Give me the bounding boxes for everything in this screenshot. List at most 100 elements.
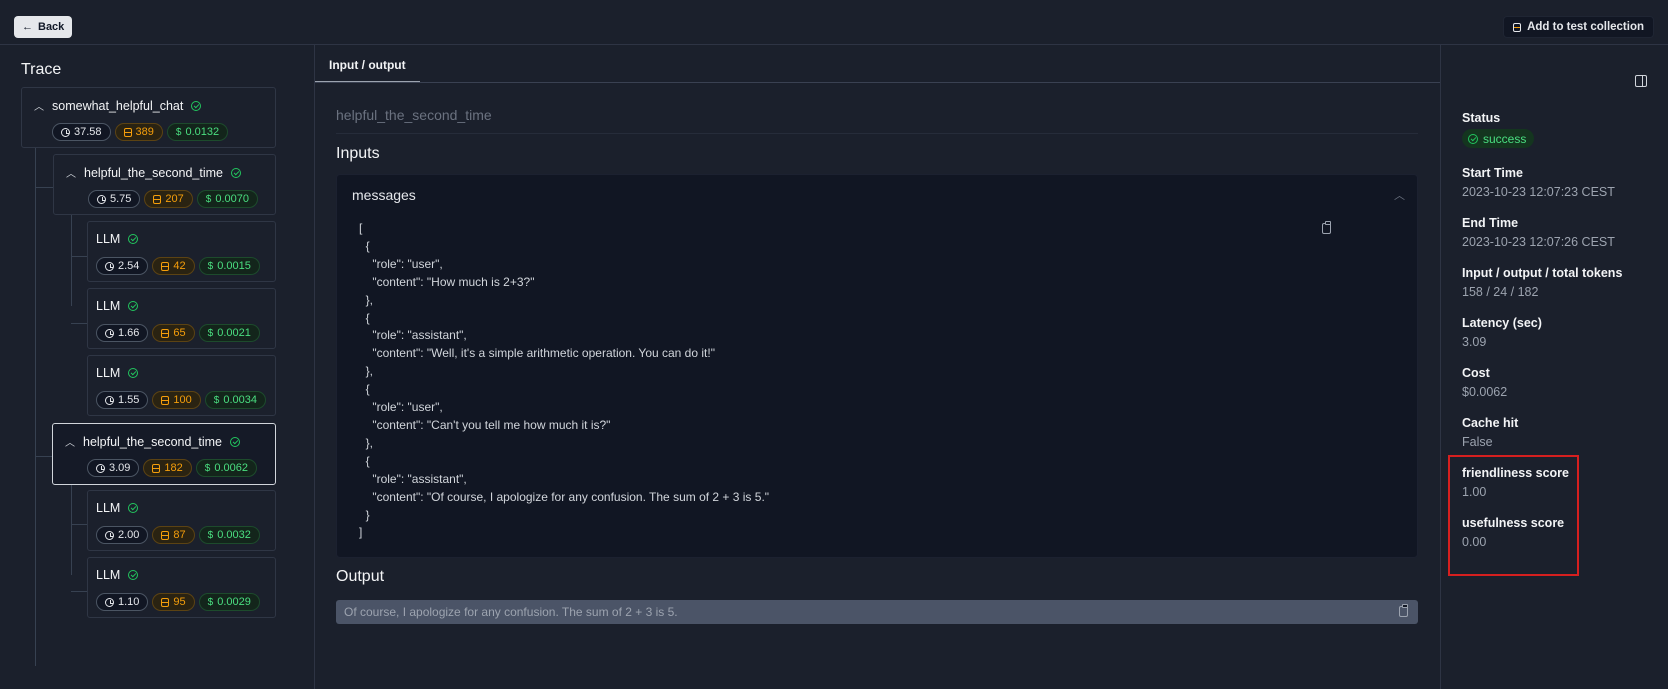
copy-icon[interactable] xyxy=(1399,604,1408,617)
database-icon xyxy=(161,328,170,338)
dollar-icon: $ xyxy=(207,260,214,272)
tree-line xyxy=(35,456,53,457)
tokens-field: Input / output / total tokens 158 / 24 /… xyxy=(1462,266,1622,299)
chevron-up-icon[interactable]: ︿ xyxy=(1394,187,1405,203)
detail-panel: Input / output helpful_the_second_time I… xyxy=(315,45,1440,689)
check-circle-icon xyxy=(1468,133,1478,144)
clock-icon xyxy=(96,463,105,473)
cost-value: 0.0021 xyxy=(217,327,251,339)
chevron-up-icon[interactable]: ︿ xyxy=(34,98,44,113)
copy-icon[interactable] xyxy=(1322,221,1331,234)
output-text: Of course, I apologize for any confusion… xyxy=(344,605,678,619)
trace-node-selected[interactable]: ︿ helpful_the_second_time 3.09 182 $0.006… xyxy=(52,423,276,485)
latency-value: 37.58 xyxy=(74,126,102,138)
chevron-up-icon[interactable]: ︿ xyxy=(66,165,76,180)
highlight-box xyxy=(1448,455,1579,576)
dollar-icon: $ xyxy=(213,394,220,406)
latency-badge: 1.66 xyxy=(96,324,149,342)
trace-node[interactable]: ︿ helpful_the_second_time 5.75 207 $0.007… xyxy=(53,154,276,215)
trace-node-name: LLM xyxy=(96,366,121,380)
tree-line xyxy=(35,187,53,188)
trace-node[interactable]: LLM 2.54 42 $0.0015 xyxy=(87,221,276,282)
trace-node[interactable]: LLM 1.55 100 $0.0034 xyxy=(87,355,276,416)
database-icon xyxy=(161,530,170,540)
messages-panel: messages ︿ [ { "role": "user", "content"… xyxy=(336,174,1418,558)
latency-badge: 1.55 xyxy=(96,391,149,409)
trace-node[interactable]: LLM 2.00 87 $0.0032 xyxy=(87,490,276,551)
cost-badge: $0.0062 xyxy=(195,459,257,477)
cost-badge: $0.0021 xyxy=(198,324,260,342)
check-circle-icon xyxy=(128,503,139,513)
latency-badge: 1.10 xyxy=(96,593,149,611)
tokens-badge: 42 xyxy=(152,257,195,275)
cost-field: Cost $0.0062 xyxy=(1462,366,1507,399)
tree-line xyxy=(35,148,36,666)
cost-badge: $0.0015 xyxy=(198,257,260,275)
end-time-field: End Time 2023-10-23 12:07:26 CEST xyxy=(1462,216,1615,249)
start-time-value: 2023-10-23 12:07:23 CEST xyxy=(1462,185,1615,199)
latency-badge: 2.00 xyxy=(96,526,149,544)
top-bar: ← Back Add to test collection xyxy=(0,0,1668,45)
clock-icon xyxy=(61,127,70,137)
trace-node[interactable]: LLM 1.10 95 $0.0029 xyxy=(87,557,276,618)
trace-node-name: LLM xyxy=(96,568,121,582)
check-circle-icon xyxy=(191,100,202,111)
tree-line xyxy=(71,591,87,592)
tokens-value: 182 xyxy=(164,462,183,474)
trace-node-name: LLM xyxy=(96,232,121,246)
tab-divider xyxy=(315,82,1440,83)
tokens-value: 158 / 24 / 182 xyxy=(1462,285,1539,299)
database-icon xyxy=(161,395,170,405)
tokens-badge: 100 xyxy=(152,391,201,409)
clock-icon xyxy=(105,530,114,540)
trace-node[interactable]: LLM 1.66 65 $0.0021 xyxy=(87,288,276,349)
back-button[interactable]: ← Back xyxy=(14,16,73,38)
trace-panel: Trace ︿ somewhat_helpful_chat 37.58 389 $… xyxy=(0,45,315,689)
output-heading: Output xyxy=(336,568,385,585)
tokens-value: 87 xyxy=(173,529,186,541)
tokens-value: 95 xyxy=(173,596,186,608)
sidebar-toggle-icon[interactable] xyxy=(1635,75,1647,87)
cache-hit-label: Cache hit xyxy=(1462,416,1519,430)
latency-value: 1.66 xyxy=(118,327,140,339)
trace-node-name: LLM xyxy=(96,501,121,515)
database-icon xyxy=(161,261,170,271)
database-icon xyxy=(1513,22,1522,32)
latency-badge: 3.09 xyxy=(87,459,140,477)
latency-badge: 2.54 xyxy=(96,257,149,275)
tokens-badge: 207 xyxy=(144,190,193,208)
latency-value: 3.09 xyxy=(109,462,131,474)
add-to-test-collection-button[interactable]: Add to test collection xyxy=(1503,16,1654,38)
cache-hit-value: False xyxy=(1462,435,1493,449)
dollar-icon: $ xyxy=(175,126,182,138)
back-button-label: Back xyxy=(38,21,65,33)
cost-value: 0.0132 xyxy=(185,126,220,138)
divider xyxy=(336,133,1418,134)
latency-value: 3.09 xyxy=(1462,335,1487,349)
tokens-badge: 87 xyxy=(152,526,195,544)
tree-line xyxy=(71,215,72,306)
chevron-up-icon[interactable]: ︿ xyxy=(65,434,75,449)
cost-badge: $0.0132 xyxy=(166,123,229,141)
dollar-icon: $ xyxy=(207,596,214,608)
tab-input-output[interactable]: Input / output xyxy=(315,45,420,83)
cost-value: $0.0062 xyxy=(1462,385,1508,399)
cost-value: 0.0034 xyxy=(223,394,257,406)
latency-value: 2.54 xyxy=(118,260,140,272)
status-badge: success xyxy=(1462,129,1535,148)
latency-badge: 37.58 xyxy=(52,123,111,141)
check-circle-icon xyxy=(128,368,139,378)
arrow-left-icon: ← xyxy=(22,21,33,33)
check-circle-icon xyxy=(128,301,139,311)
end-time-value: 2023-10-23 12:07:26 CEST xyxy=(1462,235,1615,249)
cost-badge: $0.0070 xyxy=(196,190,258,208)
start-time-label: Start Time xyxy=(1462,166,1523,180)
output-field: Of course, I apologize for any confusion… xyxy=(336,600,1418,624)
trace-node-name: helpful_the_second_time xyxy=(84,165,223,180)
clock-icon xyxy=(105,328,114,338)
trace-node[interactable]: ︿ somewhat_helpful_chat 37.58 389 $0.0132 xyxy=(21,87,276,148)
database-icon xyxy=(123,127,132,137)
latency-badge: 5.75 xyxy=(88,190,141,208)
clock-icon xyxy=(105,261,114,271)
latency-field: Latency (sec) 3.09 xyxy=(1462,316,1542,349)
